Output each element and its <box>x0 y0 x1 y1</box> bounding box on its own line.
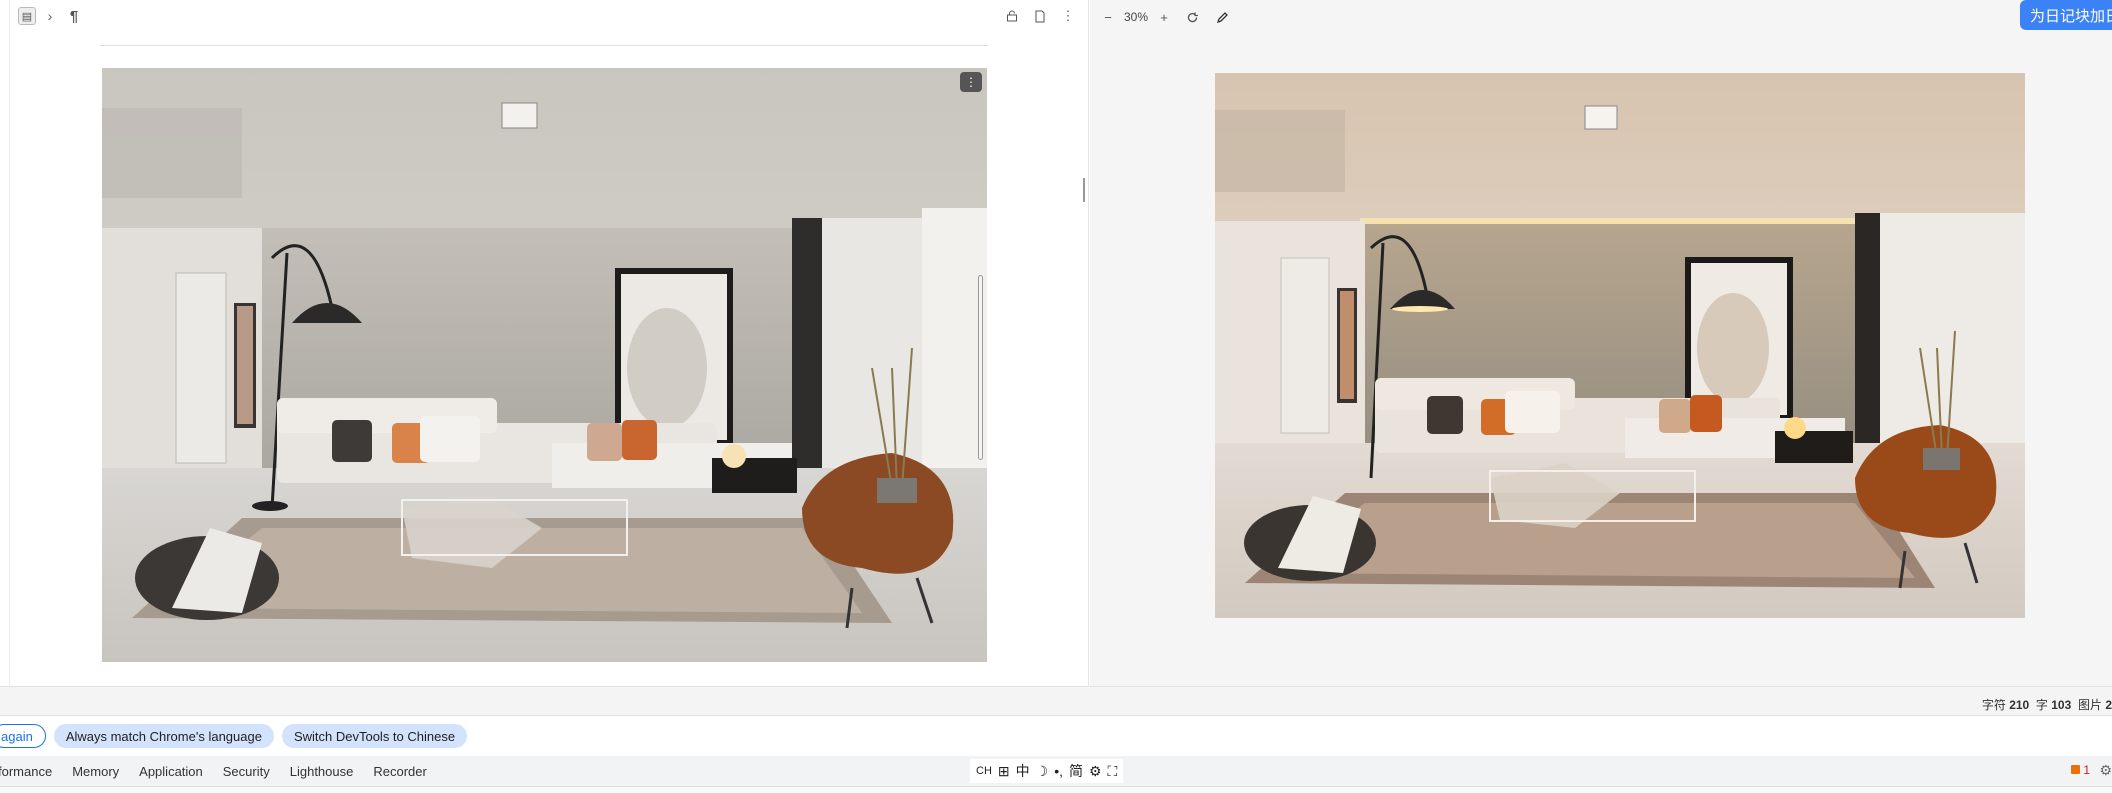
ime-ch-icon[interactable]: CH <box>976 765 992 777</box>
preview-pane: − 30% + 为日记块加日 <box>1090 0 2112 686</box>
lock-icon[interactable] <box>1002 6 1022 26</box>
switch-to-chinese-button[interactable]: Switch DevTools to Chinese <box>281 724 468 748</box>
preview-toolbar: − 30% + <box>1090 0 2112 34</box>
chars-label: 字符 <box>1981 698 2006 712</box>
document-icon[interactable]: ▤ <box>18 7 36 25</box>
dont-show-again-button[interactable]: again <box>0 724 46 748</box>
issues-count: 1 <box>2083 763 2090 777</box>
zoom-level: 30% <box>1124 10 1149 24</box>
paragraph-icon[interactable]: ¶ <box>64 6 84 26</box>
image-menu-button[interactable]: ⋮ <box>960 72 982 92</box>
pencil-icon[interactable] <box>1212 7 1232 27</box>
devtools-settings-icon[interactable]: ⚙ <box>2099 762 2112 779</box>
status-bar: 字符 210 字 103 图片 2 <box>0 686 2112 716</box>
words-value: 103 <box>2051 698 2072 712</box>
issues-counter[interactable]: 1 <box>2071 763 2090 777</box>
issue-flag-icon <box>2071 765 2081 774</box>
words-label: 字 <box>2035 698 2048 712</box>
living-room-image[interactable] <box>102 68 987 662</box>
more-vert-icon[interactable]: ⋮ <box>1058 6 1078 26</box>
breadcrumb-separator: › <box>47 8 53 24</box>
ime-moon-icon[interactable]: ☽ <box>1036 763 1049 780</box>
tab-application[interactable]: Application <box>139 764 203 779</box>
editor-gutter <box>0 0 10 686</box>
images-value: 2 <box>2105 698 2112 712</box>
ime-fullscreen-icon[interactable]: ⛶ <box>1108 763 1118 780</box>
add-to-journal-button[interactable]: 为日记块加日 <box>2020 0 2112 30</box>
rotate-icon[interactable] <box>1182 7 1202 27</box>
devtools-tabbar: formance Memory Application Security Lig… <box>0 756 2112 786</box>
ime-grid-icon[interactable]: ⊞ <box>998 763 1010 780</box>
editor-toolbar-right: ⋮ <box>1002 6 1078 26</box>
pane-splitter[interactable] <box>1083 178 1085 202</box>
ime-chinese-icon[interactable]: 中 <box>1016 761 1030 781</box>
page-icon[interactable] <box>1030 6 1050 26</box>
editor-pane: ▤ › ¶ ⋮ ⋮ <box>0 0 1089 686</box>
horizontal-rule <box>100 45 988 46</box>
editor-toolbar: ▤ › ¶ ⋮ <box>10 0 1088 32</box>
images-label: 图片 <box>2077 698 2102 712</box>
devtools-bottom-edge <box>0 786 2112 793</box>
tab-security[interactable]: Security <box>223 764 270 779</box>
status-counts: 字符 210 字 103 图片 2 <box>1982 696 2112 713</box>
zoom-in-button[interactable]: + <box>1154 7 1174 27</box>
match-chrome-language-button[interactable]: Always match Chrome's language <box>53 724 274 748</box>
image-resize-handle[interactable] <box>978 275 983 460</box>
tab-performance[interactable]: formance <box>0 764 52 779</box>
devtools-language-infobar: again Always match Chrome's language Swi… <box>0 716 2112 756</box>
tab-lighthouse[interactable]: Lighthouse <box>290 764 354 779</box>
tab-recorder[interactable]: Recorder <box>373 764 426 779</box>
ime-punct-icon[interactable]: •, <box>1054 763 1063 779</box>
ime-simplified-icon[interactable]: 简 <box>1069 761 1083 781</box>
zoom-out-button[interactable]: − <box>1098 7 1118 27</box>
app-window: ▤ › ¶ ⋮ ⋮ − 30% + 为日记块加日 字符 210 字 103 图片… <box>0 0 2112 793</box>
ime-settings-icon[interactable]: ⚙ <box>1089 763 1102 780</box>
ime-toolbar: CH ⊞ 中 ☽ •, 简 ⚙ ⛶ <box>970 759 1124 783</box>
chars-value: 210 <box>2009 698 2030 712</box>
tab-memory[interactable]: Memory <box>72 764 119 779</box>
preview-image[interactable] <box>1215 73 2025 618</box>
